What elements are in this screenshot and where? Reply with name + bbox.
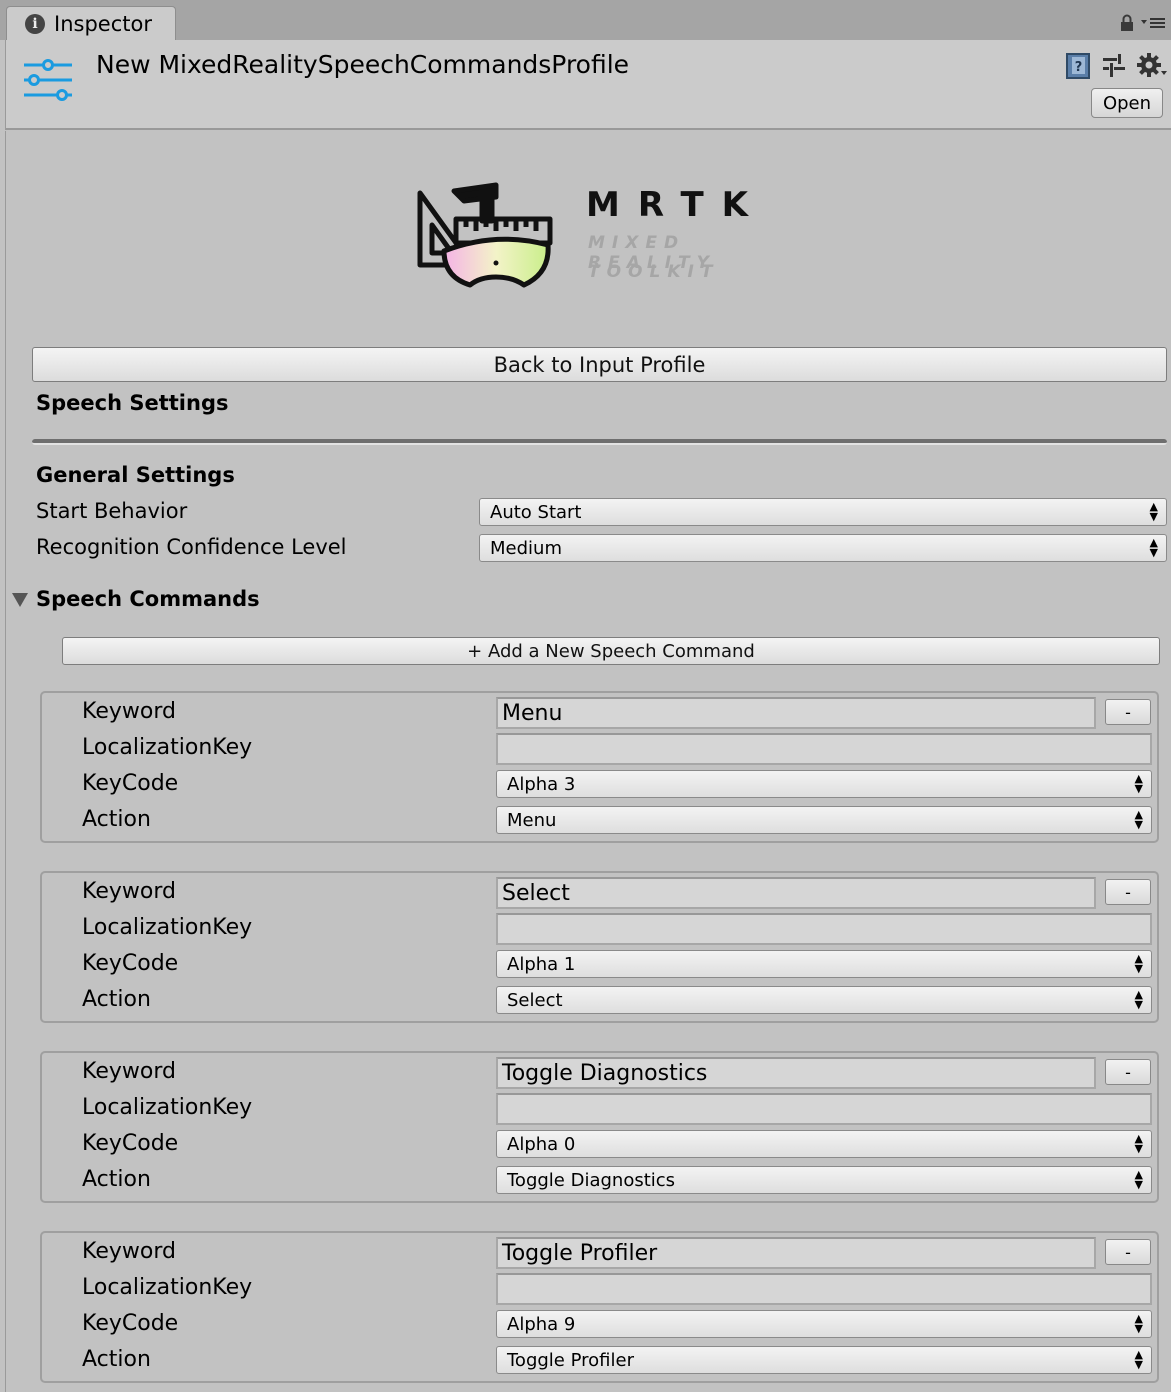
remove-command-button[interactable]: -	[1105, 879, 1151, 905]
inspector-tab[interactable]: i Inspector	[6, 6, 176, 40]
keycode-label: KeyCode	[82, 771, 179, 796]
action-dropdown[interactable]: Select ▲ ▼	[496, 986, 1152, 1014]
keycode-label: KeyCode	[82, 1311, 179, 1336]
tab-tools	[1119, 14, 1165, 32]
back-to-input-profile-button[interactable]: Back to Input Profile	[32, 347, 1167, 382]
localization-key-label: LocalizationKey	[82, 735, 253, 760]
localization-key-field[interactable]	[496, 733, 1152, 765]
keycode-label: KeyCode	[82, 1131, 179, 1156]
keycode-value: Alpha 9	[507, 1313, 576, 1335]
speech-command-panel: Keyword Menu - LocalizationKey KeyCode A…	[40, 691, 1159, 843]
dropdown-arrow-icon: ▲ ▼	[1134, 1168, 1143, 1191]
start-behavior-label: Start Behavior	[36, 499, 188, 523]
foldout-triangle-icon[interactable]	[12, 593, 28, 607]
keycode-label: KeyCode	[82, 951, 179, 976]
action-dropdown[interactable]: Toggle Diagnostics ▲ ▼	[496, 1166, 1152, 1194]
action-value: Toggle Diagnostics	[507, 1169, 676, 1191]
keyword-field[interactable]: Select	[496, 877, 1096, 909]
keyword-label: Keyword	[82, 1239, 176, 1264]
action-value: Select	[507, 989, 563, 1011]
dropdown-arrow-icon: ▲ ▼	[1134, 952, 1143, 975]
dropdown-arrow-icon: ▲ ▼	[1149, 500, 1158, 523]
keyword-field[interactable]: Toggle Diagnostics	[496, 1057, 1096, 1089]
remove-command-button[interactable]: -	[1105, 1239, 1151, 1265]
profile-title: New MixedRealitySpeechCommandsProfile	[96, 50, 630, 79]
remove-command-button[interactable]: -	[1105, 699, 1151, 725]
settings-sliders-icon	[24, 59, 72, 101]
keycode-value: Alpha 0	[507, 1133, 576, 1155]
general-settings-heading: General Settings	[36, 463, 235, 487]
speech-command-panel: Keyword Toggle Profiler - LocalizationKe…	[40, 1231, 1159, 1383]
localization-key-label: LocalizationKey	[82, 915, 253, 940]
localization-key-label: LocalizationKey	[82, 1095, 253, 1120]
action-label: Action	[82, 807, 151, 832]
localization-key-field[interactable]	[496, 913, 1152, 945]
confidence-value: Medium	[490, 537, 562, 559]
tab-title: Inspector	[54, 11, 152, 36]
keyword-field[interactable]: Toggle Profiler	[496, 1237, 1096, 1269]
header-icons: ?	[1065, 52, 1167, 80]
action-label: Action	[82, 987, 151, 1012]
section-divider	[32, 439, 1167, 445]
dropdown-arrow-icon: ▲ ▼	[1134, 1132, 1143, 1155]
action-dropdown[interactable]: Menu ▲ ▼	[496, 806, 1152, 834]
keycode-value: Alpha 3	[507, 773, 576, 795]
inspector-header: New MixedRealitySpeechCommandsProfile ?	[5, 40, 1171, 130]
keycode-dropdown[interactable]: Alpha 9 ▲ ▼	[496, 1310, 1152, 1338]
dropdown-arrow-icon: ▲ ▼	[1134, 772, 1143, 795]
localization-key-field[interactable]	[496, 1273, 1152, 1305]
dropdown-arrow-icon: ▲ ▼	[1134, 1312, 1143, 1335]
keycode-dropdown[interactable]: Alpha 3 ▲ ▼	[496, 770, 1152, 798]
dropdown-arrow-icon: ▲ ▼	[1149, 536, 1158, 559]
speech-command-panel: Keyword Toggle Diagnostics - Localizatio…	[40, 1051, 1159, 1203]
mrtk-logo-icon	[417, 182, 553, 288]
preset-icon[interactable]	[1101, 53, 1127, 79]
localization-key-field[interactable]	[496, 1093, 1152, 1125]
logo-wordmark: MRTK	[586, 185, 767, 225]
localization-key-label: LocalizationKey	[82, 1275, 253, 1300]
mrtk-logo: MRTK MIXED REALITY TOOLKIT	[416, 181, 796, 301]
keyword-label: Keyword	[82, 1059, 176, 1084]
info-icon: i	[25, 13, 45, 34]
confidence-label: Recognition Confidence Level	[36, 535, 347, 559]
start-behavior-value: Auto Start	[490, 501, 582, 523]
help-book-icon[interactable]: ?	[1065, 52, 1091, 80]
keycode-dropdown[interactable]: Alpha 1 ▲ ▼	[496, 950, 1152, 978]
speech-command-panel: Keyword Select - LocalizationKey KeyCode…	[40, 871, 1159, 1023]
action-value: Menu	[507, 809, 557, 831]
dropdown-arrow-icon: ▲ ▼	[1134, 988, 1143, 1011]
keycode-dropdown[interactable]: Alpha 0 ▲ ▼	[496, 1130, 1152, 1158]
keyword-label: Keyword	[82, 879, 176, 904]
open-button[interactable]: Open	[1091, 88, 1163, 118]
remove-command-button[interactable]: -	[1105, 1059, 1151, 1085]
speech-commands-heading[interactable]: Speech Commands	[36, 587, 260, 611]
confidence-dropdown[interactable]: Medium ▲ ▼	[479, 534, 1167, 562]
add-speech-command-button[interactable]: + Add a New Speech Command	[62, 637, 1160, 665]
gear-icon[interactable]	[1137, 53, 1167, 79]
dropdown-arrow-icon: ▲ ▼	[1134, 1348, 1143, 1371]
inspector-content: MRTK MIXED REALITY TOOLKIT Back to Input…	[5, 131, 1171, 1392]
keycode-value: Alpha 1	[507, 953, 576, 975]
logo-subtitle-2: TOOLKIT	[588, 262, 720, 282]
action-value: Toggle Profiler	[507, 1349, 634, 1371]
lock-icon[interactable]	[1119, 14, 1135, 32]
action-dropdown[interactable]: Toggle Profiler ▲ ▼	[496, 1346, 1152, 1374]
window-tab-bar: i Inspector	[0, 0, 1171, 40]
keyword-label: Keyword	[82, 699, 176, 724]
svg-text:?: ?	[1075, 60, 1083, 75]
speech-settings-heading: Speech Settings	[36, 391, 229, 415]
action-label: Action	[82, 1347, 151, 1372]
keyword-field[interactable]: Menu	[496, 697, 1096, 729]
start-behavior-dropdown[interactable]: Auto Start ▲ ▼	[479, 498, 1167, 526]
dropdown-arrow-icon: ▲ ▼	[1134, 808, 1143, 831]
tab-menu-icon[interactable]	[1141, 16, 1165, 30]
action-label: Action	[82, 1167, 151, 1192]
